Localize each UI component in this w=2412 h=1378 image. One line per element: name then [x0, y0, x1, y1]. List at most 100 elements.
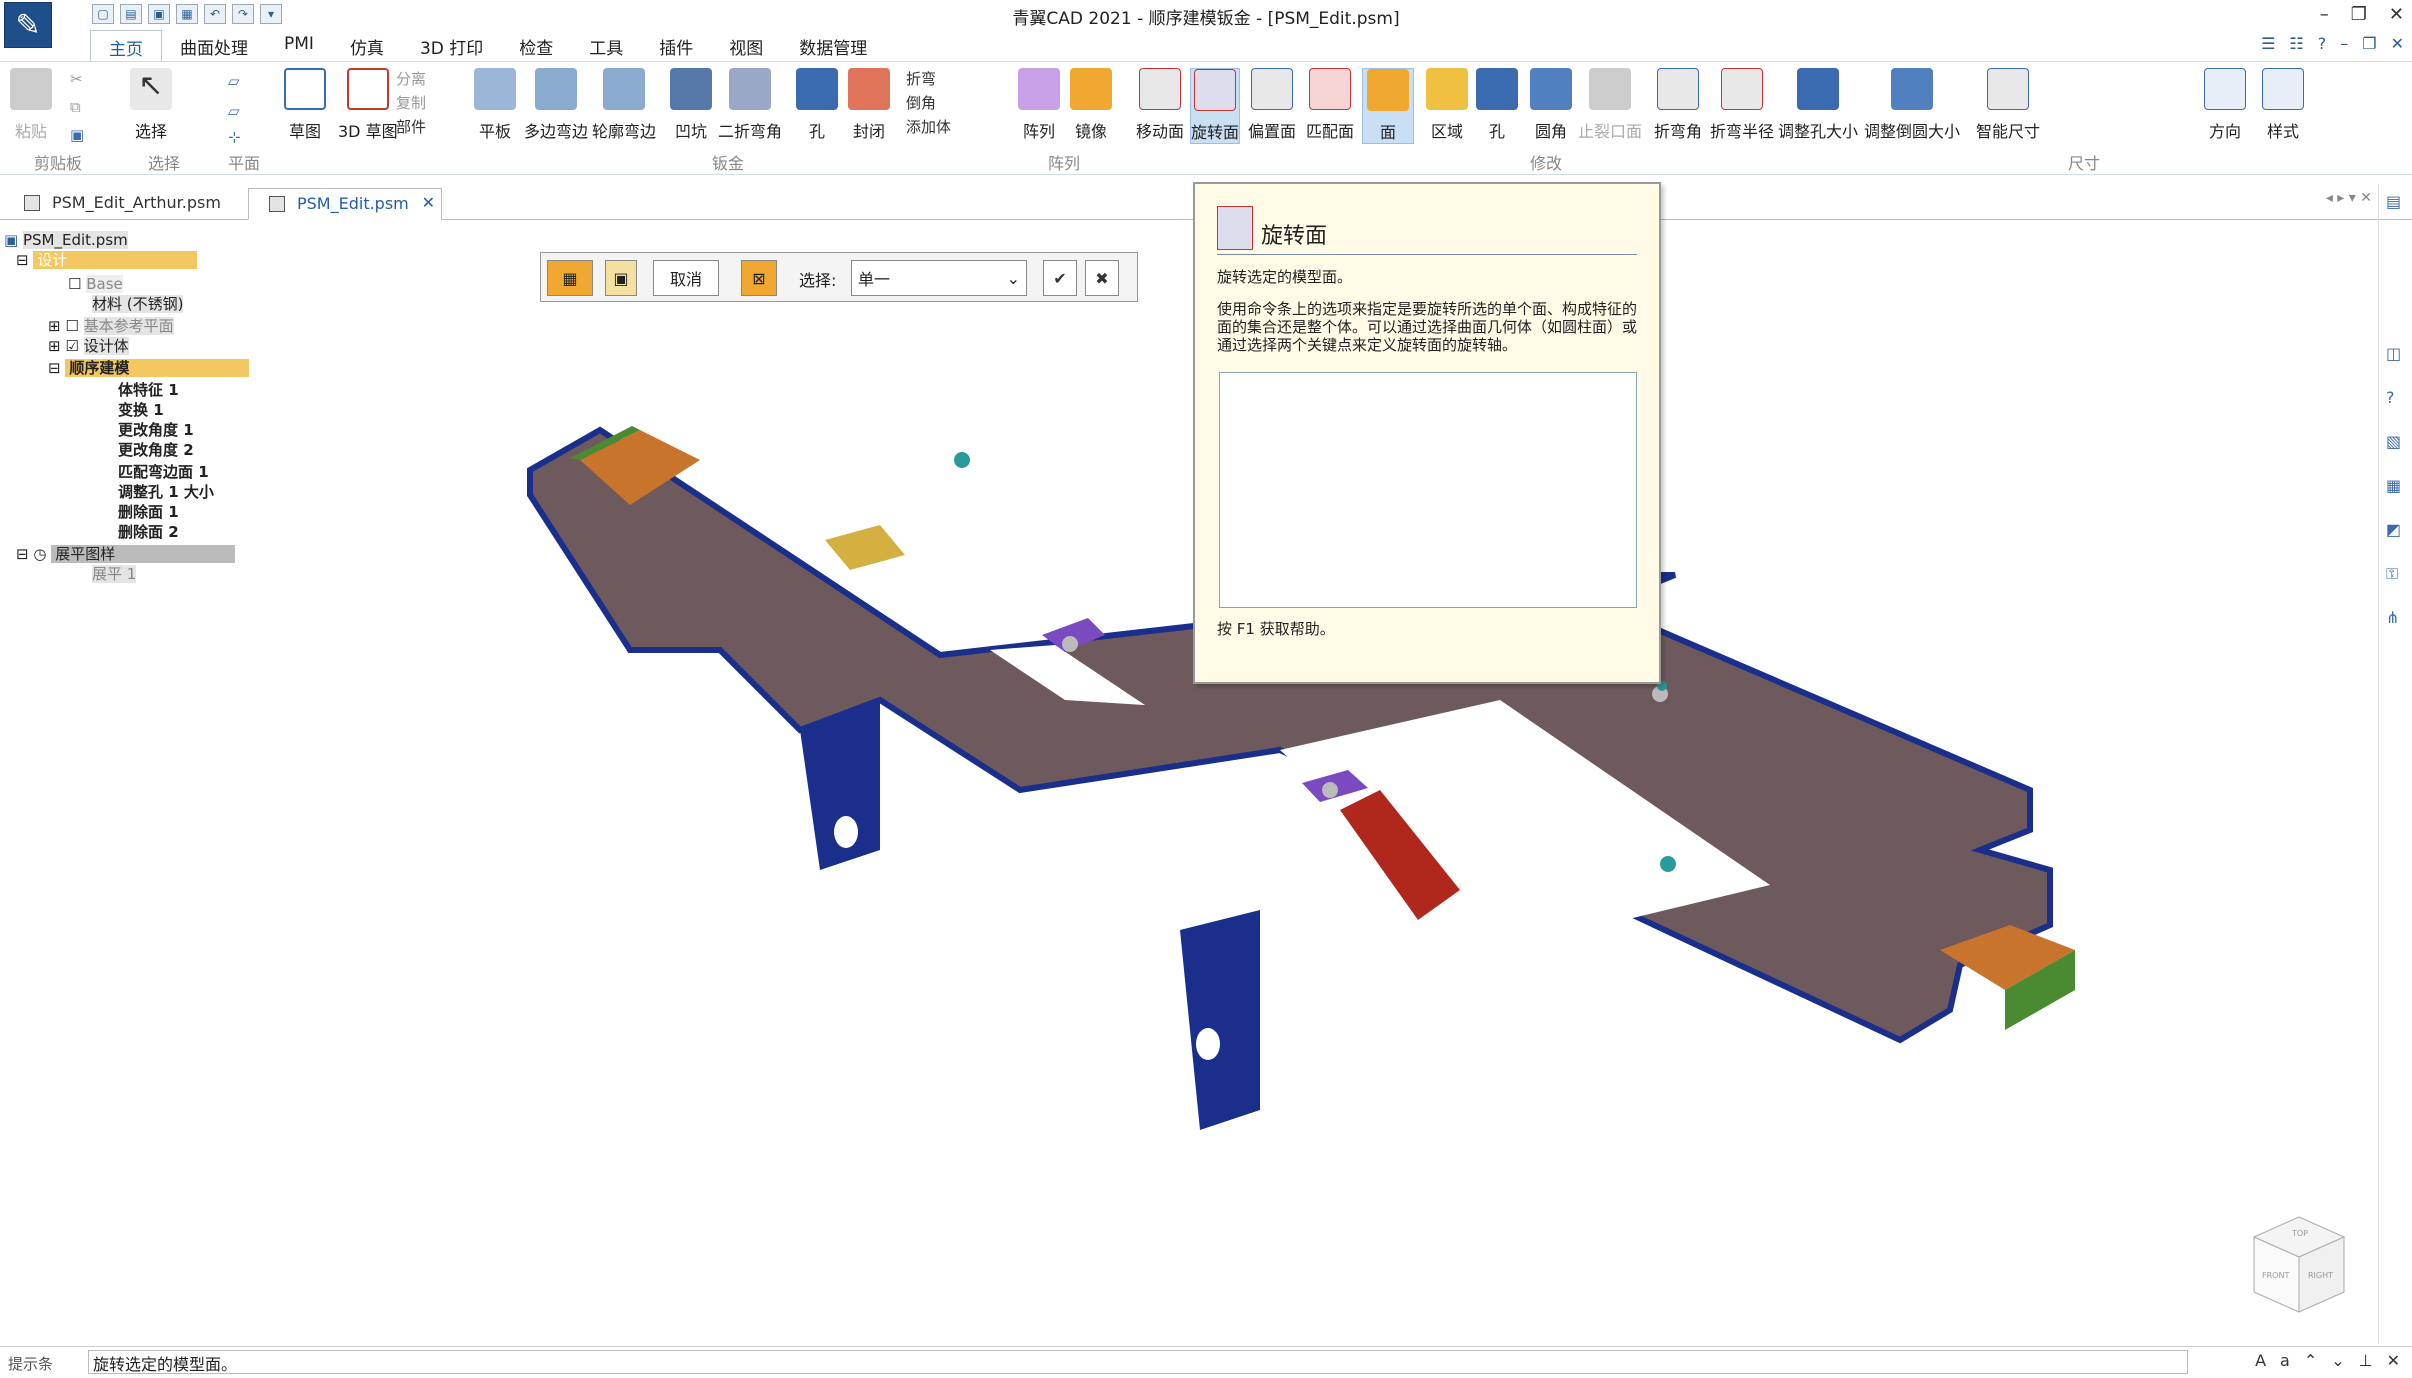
slot[interactable]: [825, 525, 905, 570]
doc-restore-icon[interactable]: ❐: [2362, 34, 2376, 53]
orient-button[interactable]: 方向: [2204, 68, 2246, 142]
help-icon[interactable]: ?: [2386, 388, 2406, 408]
hole[interactable]: [1660, 856, 1676, 872]
tree-synch[interactable]: ⊟ 顺序建模: [48, 358, 308, 378]
expand-icon[interactable]: ⊞ ☐: [48, 317, 84, 335]
collapse-icon[interactable]: ⊟: [16, 251, 33, 269]
tab-nav-icon[interactable]: ◂ ▸ ▾ ✕: [2326, 190, 2372, 206]
tree-feature[interactable]: 更改角度 2: [118, 440, 194, 460]
dimple-button[interactable]: 凹坑: [670, 68, 712, 142]
image-icon[interactable]: ▧: [2386, 432, 2406, 452]
tree-feature[interactable]: 体特征 1: [118, 380, 179, 400]
tab-home[interactable]: 主页: [90, 30, 162, 62]
addbody-button[interactable]: 添加体: [906, 116, 951, 137]
grid-icon[interactable]: ▦: [2386, 476, 2406, 496]
tree-root[interactable]: ▣ PSM_Edit.psm: [4, 230, 128, 250]
paste-button[interactable]: 粘贴: [10, 68, 52, 142]
tree-feature[interactable]: 变换 1: [118, 400, 164, 420]
multiedge-button[interactable]: 多边弯边: [524, 68, 588, 142]
twofold-button[interactable]: 二折弯角: [718, 68, 782, 142]
hole[interactable]: [954, 452, 970, 468]
array-button[interactable]: 阵列: [1018, 68, 1060, 142]
view-cube[interactable]: TOP FRONT RIGHT: [2244, 1212, 2354, 1322]
rotate-face-button[interactable]: 旋转面: [1190, 68, 1241, 144]
tree-feature[interactable]: 删除面 2: [118, 522, 179, 542]
pin-icon[interactable]: ⊥: [2359, 1351, 2373, 1370]
doc-tab-arthur[interactable]: PSM_Edit_Arthur.psm: [4, 188, 244, 220]
expand-icon[interactable]: ⊞ ☑: [48, 337, 84, 355]
relief-button[interactable]: 止裂口面: [1578, 68, 1642, 142]
tab-addins[interactable]: 插件: [641, 30, 711, 62]
region-button[interactable]: 区域: [1426, 68, 1468, 142]
checkbox-icon[interactable]: ☐: [68, 275, 86, 293]
smart-dimension-button[interactable]: 智能尺寸: [1976, 68, 2040, 142]
close-icon[interactable]: ✕: [2387, 1351, 2400, 1370]
split-button[interactable]: 分离: [396, 68, 426, 89]
tab-pmi[interactable]: PMI: [266, 30, 332, 62]
hole[interactable]: [1062, 636, 1078, 652]
hole-button[interactable]: 孔: [796, 68, 838, 142]
collapse-icon[interactable]: ⌃: [2304, 1351, 2317, 1370]
offset-face-button[interactable]: 偏置面: [1248, 68, 1296, 142]
tree-base[interactable]: ☐ Base: [68, 274, 123, 294]
minimize-icon[interactable]: –: [2320, 4, 2329, 25]
bendangle-button[interactable]: 折弯角: [1654, 68, 1702, 142]
part-button[interactable]: 部件: [396, 116, 426, 137]
roundsize-button[interactable]: 调整倒圆大小: [1864, 68, 1960, 142]
bendradius-button[interactable]: 折弯半径: [1710, 68, 1774, 142]
tree-icon[interactable]: ⋔: [2386, 608, 2406, 628]
close-icon[interactable]: ✕: [2389, 4, 2404, 25]
pathfinder-icon[interactable]: ▤: [2386, 192, 2406, 212]
hole[interactable]: [1196, 1028, 1220, 1060]
round-button[interactable]: 圆角: [1530, 68, 1572, 142]
style-button[interactable]: 样式: [2262, 68, 2304, 142]
tree-feature[interactable]: 删除面 1: [118, 502, 179, 522]
mirror-button[interactable]: 镜像: [1070, 68, 1112, 142]
layers-icon[interactable]: ◫: [2386, 344, 2406, 364]
layout2-icon[interactable]: ☷: [2289, 34, 2303, 53]
hole[interactable]: [1322, 782, 1338, 798]
tab-data[interactable]: 数据管理: [781, 30, 885, 62]
chamfer-button[interactable]: 倒角: [906, 92, 936, 113]
expand-icon[interactable]: ⌄: [2331, 1351, 2344, 1370]
plane-icon[interactable]: ▱: [228, 72, 240, 90]
close-tab-icon[interactable]: ✕: [422, 193, 435, 212]
palette-icon[interactable]: ◩: [2386, 520, 2406, 540]
delete-hole-button[interactable]: 孔: [1476, 68, 1518, 142]
blue-leg-2[interactable]: [1180, 910, 1260, 1130]
tab-inspect[interactable]: 检查: [501, 30, 571, 62]
tab-feature-button[interactable]: 平板: [474, 68, 516, 142]
tab-3dprint[interactable]: 3D 打印: [402, 30, 501, 62]
plane2-icon[interactable]: ▱: [228, 102, 240, 120]
match-face-button[interactable]: 匹配面: [1306, 68, 1354, 142]
layout-icon[interactable]: ☰: [2261, 34, 2275, 53]
doc-minimize-icon[interactable]: –: [2340, 34, 2348, 53]
doc-close-icon[interactable]: ✕: [2391, 34, 2404, 53]
closecorner-button[interactable]: 封闭: [848, 68, 890, 142]
collapse-icon[interactable]: ⊟: [48, 359, 65, 377]
tree-design[interactable]: ⊟ 设计: [16, 250, 276, 270]
sketch-button[interactable]: 草图: [284, 68, 326, 142]
key-icon[interactable]: ⚿: [2386, 564, 2406, 584]
tree-flat1[interactable]: 展平 1: [92, 564, 137, 584]
tree-refplanes[interactable]: ⊞ ☐ 基本参考平面: [48, 316, 174, 336]
tab-simulation[interactable]: 仿真: [332, 30, 402, 62]
font-smaller-icon[interactable]: a: [2280, 1351, 2290, 1370]
sketch3d-button[interactable]: 3D 草图: [338, 68, 398, 142]
doc-tab-edit[interactable]: PSM_Edit.psm ✕: [248, 188, 442, 220]
collapse-icon[interactable]: ⊟ ◷: [16, 545, 51, 563]
tab-view[interactable]: 视图: [711, 30, 781, 62]
format-painter-icon[interactable]: ▣: [70, 126, 84, 144]
tree-feature[interactable]: 调整孔 1 大小: [118, 482, 214, 502]
restore-icon[interactable]: ❐: [2351, 4, 2367, 25]
copy-part-button[interactable]: 复制: [396, 92, 426, 113]
tree-feature[interactable]: 更改角度 1: [118, 420, 194, 440]
tab-tools[interactable]: 工具: [571, 30, 641, 62]
contour-button[interactable]: 轮廓弯边: [592, 68, 656, 142]
move-face-button[interactable]: 移动面: [1136, 68, 1184, 142]
fold-button[interactable]: 折弯: [906, 68, 936, 89]
tree-feature[interactable]: 匹配弯边面 1: [118, 462, 209, 482]
help-icon[interactable]: ?: [2318, 34, 2327, 53]
copy-icon[interactable]: ⧉: [70, 98, 81, 116]
tree-flat[interactable]: ⊟ ◷ 展平图样: [16, 544, 306, 564]
